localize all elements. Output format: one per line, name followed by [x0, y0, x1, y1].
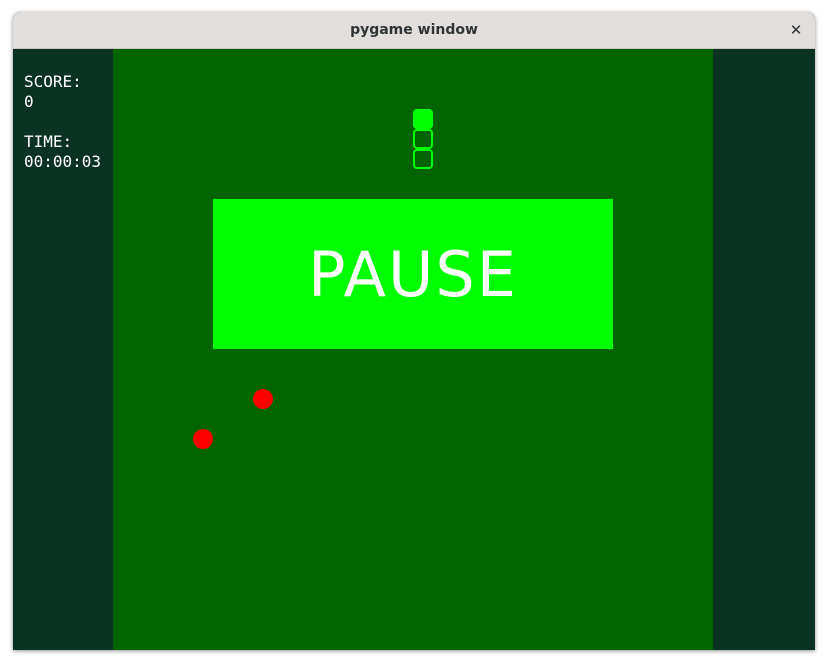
- pause-overlay: PAUSE: [213, 199, 613, 349]
- window-title: pygame window: [350, 22, 478, 38]
- food-apple: [193, 429, 213, 449]
- hud-panel: SCORE: 0 TIME: 00:00:03: [24, 72, 101, 172]
- pause-text: PAUSE: [308, 237, 518, 311]
- game-window: pygame window ✕ SCORE: 0 TIME: 00:00:03 …: [13, 12, 815, 650]
- snake-head: [413, 109, 433, 129]
- time-value: 00:00:03: [24, 152, 102, 171]
- snake-body-segment: [413, 149, 433, 169]
- close-icon: ✕: [789, 21, 803, 39]
- playfield: PAUSE: [113, 49, 713, 650]
- game-surface[interactable]: SCORE: 0 TIME: 00:00:03 PAUSE: [13, 49, 815, 650]
- time-label: TIME:: [24, 132, 73, 151]
- score-value: 0: [24, 92, 34, 111]
- snake-body-segment: [413, 129, 433, 149]
- food-apple: [253, 389, 273, 409]
- close-button[interactable]: ✕: [785, 19, 807, 41]
- window-titlebar[interactable]: pygame window ✕: [13, 12, 815, 49]
- score-label: SCORE:: [24, 72, 82, 91]
